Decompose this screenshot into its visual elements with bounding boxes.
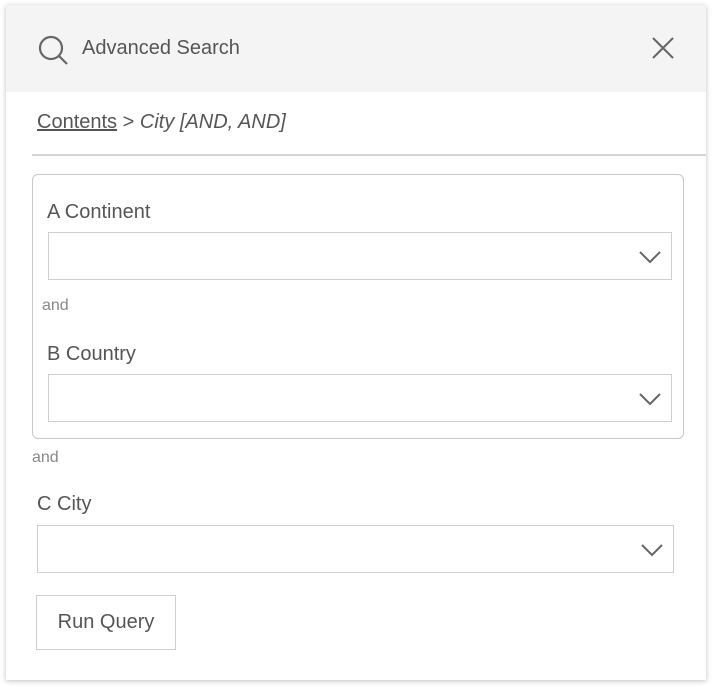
panel-title: Advanced Search (82, 37, 240, 59)
condition-group: A Continent and B Country (32, 174, 684, 439)
and-connector: and (42, 297, 69, 314)
city-label: C City (37, 493, 92, 515)
and-connector: and (32, 449, 59, 466)
divider (32, 154, 706, 156)
continent-label: A Continent (47, 201, 151, 223)
advanced-search-panel: Advanced Search Contents > City [AND, AN… (6, 5, 706, 680)
run-query-button[interactable]: Run Query (36, 595, 176, 650)
search-icon (38, 35, 68, 65)
breadcrumb-current: City [AND, AND] (139, 111, 286, 133)
country-select[interactable] (48, 374, 672, 422)
breadcrumb-separator: > (122, 111, 135, 133)
breadcrumb-contents-link[interactable]: Contents (37, 111, 117, 133)
breadcrumb: Contents > City [AND, AND] (37, 111, 286, 134)
chevron-down-icon (641, 544, 663, 557)
chevron-down-icon (639, 251, 661, 264)
chevron-down-icon (639, 393, 661, 406)
panel-header: Advanced Search (6, 5, 706, 92)
city-select[interactable] (37, 525, 674, 573)
country-label: B Country (47, 343, 136, 365)
close-icon[interactable] (651, 36, 675, 60)
continent-select[interactable] (48, 232, 672, 280)
